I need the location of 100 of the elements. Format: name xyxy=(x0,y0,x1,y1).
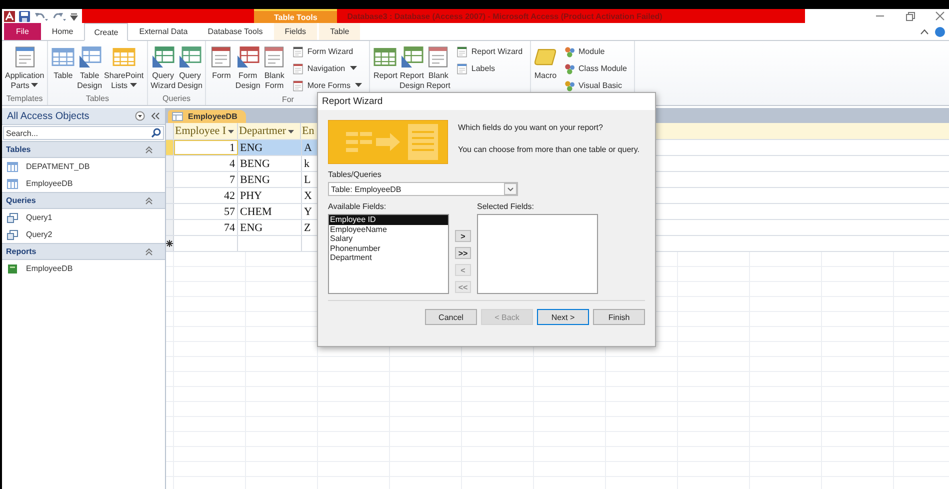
form-design-icon xyxy=(236,45,260,69)
caret-icon xyxy=(31,83,38,88)
visual-basic-icon xyxy=(564,80,576,92)
list-item[interactable]: Department xyxy=(329,253,448,262)
move-button[interactable]: > xyxy=(455,230,471,242)
chevron-up-icon[interactable] xyxy=(145,146,153,154)
customize-toolbar-icon[interactable] xyxy=(70,10,78,22)
application-parts-icon xyxy=(12,45,37,69)
class-module-icon xyxy=(564,62,576,74)
row-selector[interactable] xyxy=(166,236,174,251)
nav-item[interactable]: Query2 xyxy=(2,226,165,243)
table-cell: CHEM xyxy=(238,204,302,219)
dialog-prompt: Which fields do you want on your report? xyxy=(458,123,604,132)
query-icon xyxy=(7,212,18,222)
ribbon-button[interactable]: Module xyxy=(564,44,627,59)
ribbon-tab[interactable]: Table xyxy=(319,23,360,40)
field-label: Selected Fields: xyxy=(477,202,535,211)
table-cell: 7 xyxy=(174,172,238,187)
ribbon-button[interactable]: Labels xyxy=(456,61,523,76)
column-header[interactable]: Departmer xyxy=(238,123,301,139)
ribbon-button[interactable]: Report Wizard xyxy=(456,44,523,59)
ribbon-button[interactable]: Visual Basic xyxy=(564,78,627,93)
ribbon-button[interactable]: Class Module xyxy=(564,61,627,76)
dialog-button[interactable]: Cancel xyxy=(425,309,477,325)
labels-icon xyxy=(456,62,468,74)
ribbon-tab[interactable]: Fields xyxy=(274,23,318,40)
column-menu-icon[interactable] xyxy=(288,128,294,134)
ribbon-button[interactable]: Form xyxy=(209,43,234,94)
list-item[interactable]: Employee ID xyxy=(329,215,448,224)
report-wizard-icon xyxy=(456,46,468,58)
caret-icon xyxy=(350,66,358,71)
new-record-icon xyxy=(166,240,173,247)
ribbon-button[interactable]: Query Design xyxy=(178,43,202,93)
module-icon xyxy=(564,46,576,58)
dialog-button[interactable]: Next > xyxy=(537,309,589,325)
list-item[interactable]: Phonenumber xyxy=(329,244,448,253)
access-app-icon[interactable] xyxy=(4,10,15,22)
selected-fields-list[interactable] xyxy=(477,214,598,294)
help-icon[interactable] xyxy=(935,26,945,36)
dropdown-icon[interactable] xyxy=(135,111,145,121)
ribbon-button[interactable]: Report Design xyxy=(399,43,424,93)
report-icon xyxy=(373,45,398,69)
ribbon-button[interactable]: Table Design xyxy=(77,43,102,93)
ribbon-button[interactable]: Report xyxy=(373,43,398,93)
query-icon xyxy=(7,230,18,240)
table-cell: 74 xyxy=(174,220,238,235)
ribbon-tab[interactable]: Database Tools xyxy=(198,23,272,40)
ribbon-tab[interactable]: Home xyxy=(42,23,82,40)
nav-item[interactable]: EmployeeDB xyxy=(2,175,165,192)
column-menu-icon[interactable] xyxy=(228,128,234,134)
ribbon-button[interactable]: Blank Form xyxy=(262,43,286,94)
undo-icon[interactable] xyxy=(34,10,48,22)
close-icon[interactable] xyxy=(935,11,945,21)
nav-group-header[interactable]: Reports xyxy=(2,243,165,260)
nav-group-header[interactable]: Tables xyxy=(2,141,165,158)
query-design-icon xyxy=(178,45,202,69)
ribbon-button[interactable]: Application Parts xyxy=(5,43,44,93)
available-fields-list[interactable]: Employee ID EmployeeName Salary Phonenumber Department xyxy=(328,214,449,294)
restore-icon[interactable] xyxy=(905,11,915,21)
nav-group-header[interactable]: Queries xyxy=(2,192,165,209)
list-item[interactable]: Salary xyxy=(329,234,448,244)
ribbon-tab[interactable]: External Data xyxy=(130,23,197,40)
chevron-up-icon[interactable] xyxy=(145,248,153,256)
table-icon xyxy=(172,112,183,121)
search-field[interactable]: Search... xyxy=(3,126,164,140)
ribbon-button[interactable]: Blank Report xyxy=(426,43,450,93)
nav-item[interactable]: EmployeeDB xyxy=(2,260,165,277)
navigation-icon xyxy=(292,62,304,74)
nav-pane-title: All Access Objects xyxy=(7,110,90,122)
redo-icon[interactable] xyxy=(52,10,66,22)
ribbon-button[interactable]: Form Wizard xyxy=(292,44,362,59)
ribbon-tab[interactable]: Create xyxy=(84,23,128,41)
file-tab[interactable]: File xyxy=(4,23,41,40)
sharepoint-list-icon xyxy=(112,45,136,69)
collapse-pane-icon[interactable] xyxy=(151,112,160,120)
caret-icon xyxy=(130,83,137,88)
document-tab[interactable]: EmployeeDB xyxy=(168,110,246,123)
search-icon[interactable] xyxy=(151,128,161,138)
blank-page-icon xyxy=(262,45,286,69)
tables-queries-dropdown[interactable]: Table: EmployeeDB xyxy=(328,182,518,196)
form-wizard-icon xyxy=(292,46,304,58)
save-icon[interactable] xyxy=(19,10,30,22)
nav-item[interactable]: DEPATMENT_DB xyxy=(2,158,165,175)
move-button[interactable]: >> xyxy=(455,247,471,259)
ribbon-button[interactable]: Form Design xyxy=(235,43,260,94)
dialog-hint: You can choose from more than one table or query. xyxy=(458,145,640,154)
ribbon-button[interactable]: Table xyxy=(51,43,76,93)
table-cell: 57 xyxy=(174,204,238,219)
table-cell: BENG xyxy=(238,172,302,187)
ribbon-button[interactable]: SharePoint Lists xyxy=(104,43,144,93)
nav-pane-header[interactable]: All Access Objects xyxy=(2,108,165,125)
chevron-up-icon[interactable] xyxy=(145,196,153,204)
nav-item[interactable]: Query1 xyxy=(2,209,165,226)
group-label: For xyxy=(282,94,294,106)
ribbon-button[interactable]: Navigation xyxy=(292,61,362,76)
ribbon-button[interactable]: Macro xyxy=(534,43,558,94)
ribbon-button[interactable]: Query Wizard xyxy=(150,43,176,93)
collapse-ribbon-icon[interactable] xyxy=(920,28,929,36)
column-header[interactable]: Employee I xyxy=(174,123,238,139)
dialog-button[interactable]: Finish xyxy=(593,309,645,325)
